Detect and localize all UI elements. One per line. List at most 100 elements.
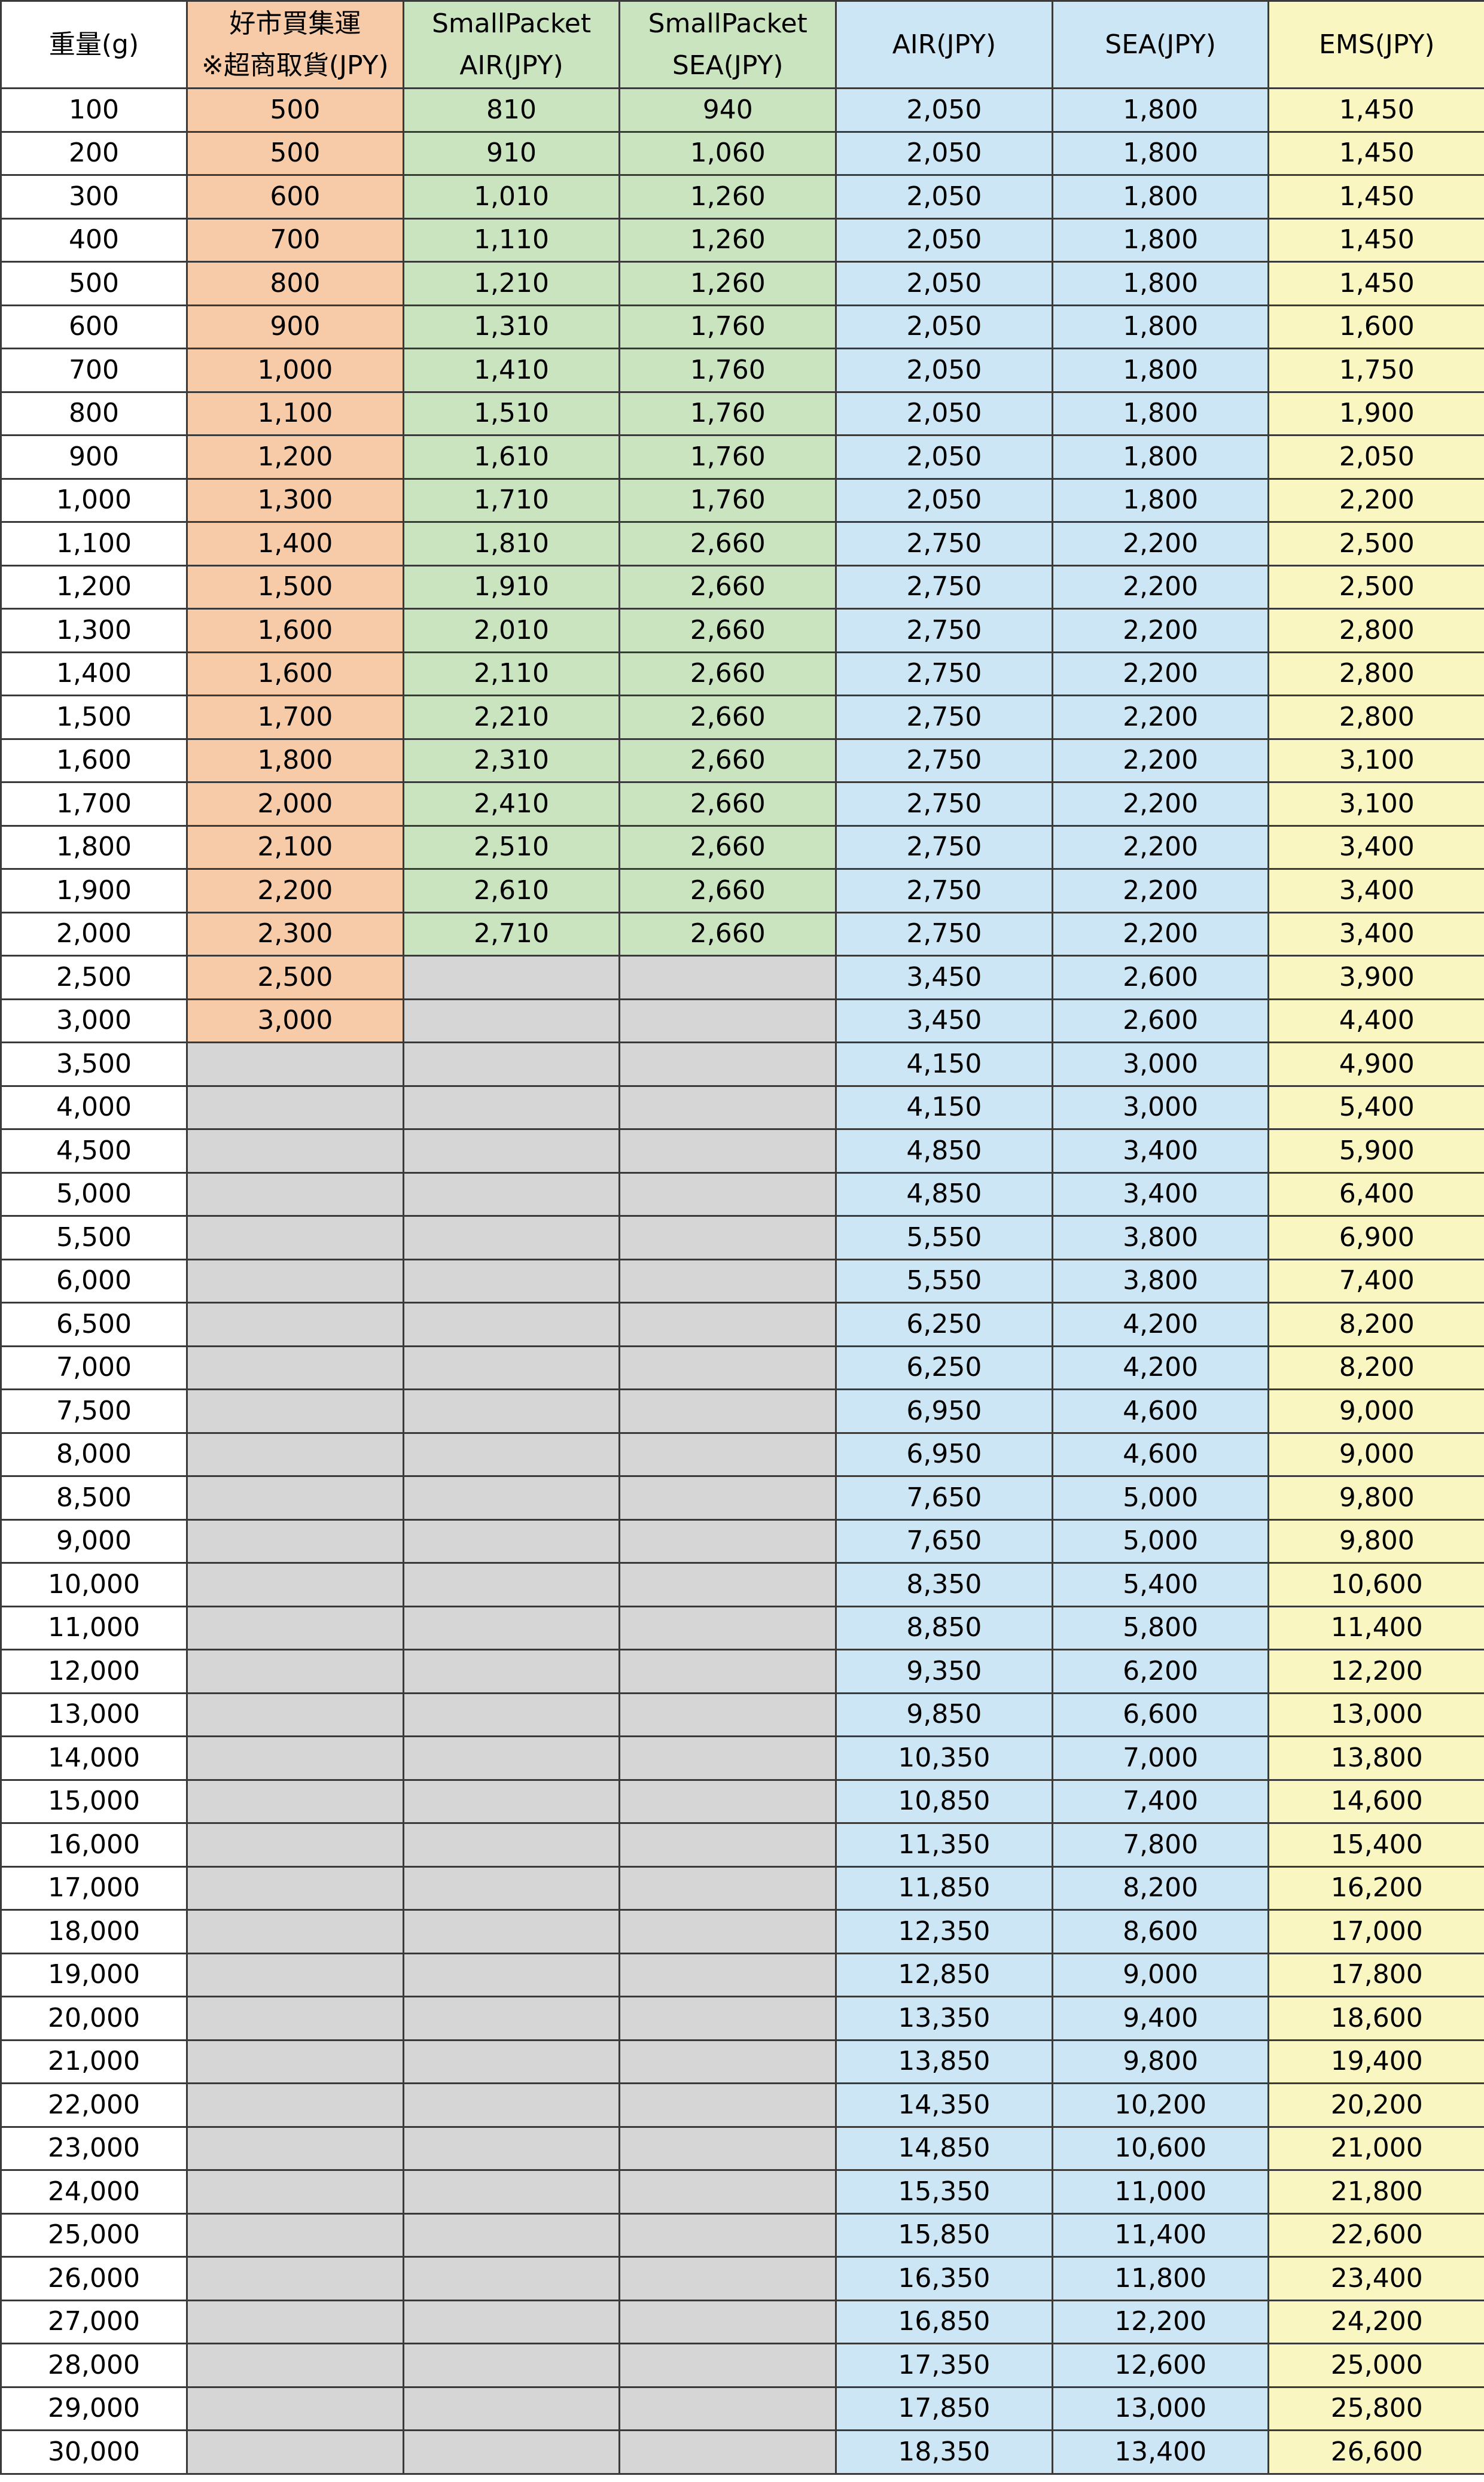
header-weight: 重量(g) [0, 0, 188, 89]
cell-sea: 1,800 [1051, 261, 1270, 306]
cell-ems: 2,500 [1267, 521, 1484, 567]
table-row: 14,000 10,350 7,000 13,800 [0, 1735, 1484, 1781]
cell-smallpacket-sea [618, 1605, 837, 1650]
cell-smallpacket-air: 2,410 [402, 781, 621, 827]
cell-weight: 25,000 [0, 2212, 188, 2258]
cell-smallpacket-air: 1,610 [402, 434, 621, 480]
table-row: 300 600 1,010 1,260 2,050 1,800 1,450 [0, 174, 1484, 220]
table-row: 2,000 2,300 2,710 2,660 2,750 2,200 3,400 [0, 911, 1484, 957]
cell-smallpacket-sea [618, 2299, 837, 2344]
cell-weight: 8,500 [0, 1475, 188, 1521]
table-row: 3,000 3,000 3,450 2,600 4,400 [0, 998, 1484, 1043]
cell-smallpacket-sea: 1,760 [618, 391, 837, 436]
table-row: 23,000 14,850 10,600 21,000 [0, 2125, 1484, 2171]
cell-sea: 11,400 [1051, 2212, 1270, 2258]
cell-ems: 12,200 [1267, 1649, 1484, 1694]
cell-air: 15,850 [835, 2212, 1053, 2258]
cell-sea: 3,400 [1051, 1128, 1270, 1174]
cell-sea: 3,000 [1051, 1085, 1270, 1130]
cell-weight: 700 [0, 348, 188, 393]
cell-costco-pickup [186, 2169, 404, 2215]
cell-air: 12,350 [835, 1909, 1053, 1954]
header-smallpacket-air: SmallPacket AIR(JPY) [402, 0, 621, 89]
cell-smallpacket-air [402, 1041, 621, 1087]
cell-smallpacket-air [402, 1996, 621, 2041]
cell-costco-pickup: 1,600 [186, 651, 404, 696]
table-row: 25,000 15,850 11,400 22,600 [0, 2212, 1484, 2258]
cell-ems: 4,400 [1267, 998, 1484, 1043]
cell-air: 7,650 [835, 1518, 1053, 1564]
table-row: 1,500 1,700 2,210 2,660 2,750 2,200 2,800 [0, 695, 1484, 740]
cell-sea: 2,600 [1051, 955, 1270, 1000]
cell-sea: 13,400 [1051, 2429, 1270, 2475]
cell-sea: 1,800 [1051, 391, 1270, 436]
cell-sea: 1,800 [1051, 304, 1270, 349]
cell-weight: 1,800 [0, 824, 188, 870]
cell-air: 2,750 [835, 608, 1053, 653]
cell-sea: 10,200 [1051, 2082, 1270, 2128]
cell-air: 4,850 [835, 1128, 1053, 1174]
cell-air: 8,350 [835, 1562, 1053, 1607]
cell-sea: 13,000 [1051, 2386, 1270, 2431]
cell-costco-pickup [186, 1345, 404, 1390]
cell-costco-pickup [186, 1432, 404, 1477]
cell-air: 2,050 [835, 261, 1053, 306]
cell-smallpacket-air: 2,210 [402, 695, 621, 740]
cell-smallpacket-sea [618, 1952, 837, 1997]
cell-sea: 3,800 [1051, 1215, 1270, 1260]
cell-sea: 7,800 [1051, 1822, 1270, 1868]
cell-smallpacket-sea [618, 1562, 837, 1607]
cell-ems: 18,600 [1267, 1996, 1484, 2041]
cell-air: 2,050 [835, 434, 1053, 480]
cell-smallpacket-sea: 1,760 [618, 434, 837, 480]
cell-sea: 9,400 [1051, 1996, 1270, 2041]
table-row: 30,000 18,350 13,400 26,600 [0, 2429, 1484, 2475]
cell-smallpacket-sea [618, 1345, 837, 1390]
cell-sea: 1,800 [1051, 130, 1270, 176]
cell-smallpacket-air [402, 2429, 621, 2475]
cell-sea: 2,200 [1051, 868, 1270, 913]
table-row: 6,000 5,550 3,800 7,400 [0, 1258, 1484, 1304]
cell-ems: 3,100 [1267, 738, 1484, 783]
cell-air: 8,850 [835, 1605, 1053, 1650]
cell-smallpacket-air: 2,310 [402, 738, 621, 783]
cell-sea: 1,800 [1051, 174, 1270, 220]
table-header-row: 重量(g) 好市買集運 ※超商取貨(JPY) SmallPacket AIR(J… [0, 0, 1484, 89]
cell-smallpacket-sea: 2,660 [618, 608, 837, 653]
cell-smallpacket-air: 1,210 [402, 261, 621, 306]
cell-air: 2,750 [835, 781, 1053, 827]
table-row: 24,000 15,350 11,000 21,800 [0, 2169, 1484, 2215]
cell-ems: 1,600 [1267, 304, 1484, 349]
cell-sea: 2,200 [1051, 564, 1270, 610]
cell-smallpacket-sea: 2,660 [618, 695, 837, 740]
cell-air: 13,350 [835, 1996, 1053, 2041]
cell-ems: 5,400 [1267, 1085, 1484, 1130]
table-row: 1,100 1,400 1,810 2,660 2,750 2,200 2,500 [0, 521, 1484, 567]
table-row: 3,500 4,150 3,000 4,900 [0, 1041, 1484, 1087]
cell-weight: 4,500 [0, 1128, 188, 1174]
cell-smallpacket-sea [618, 2256, 837, 2301]
cell-weight: 1,000 [0, 477, 188, 523]
cell-sea: 12,200 [1051, 2299, 1270, 2344]
table-row: 13,000 9,850 6,600 13,000 [0, 1692, 1484, 1737]
cell-smallpacket-sea [618, 2082, 837, 2128]
cell-ems: 17,000 [1267, 1909, 1484, 1954]
cell-smallpacket-air [402, 1475, 621, 1521]
cell-ems: 14,600 [1267, 1778, 1484, 1824]
cell-weight: 8,000 [0, 1432, 188, 1477]
cell-smallpacket-sea: 1,060 [618, 130, 837, 176]
table-row: 4,000 4,150 3,000 5,400 [0, 1085, 1484, 1130]
cell-costco-pickup: 700 [186, 217, 404, 263]
cell-costco-pickup: 1,200 [186, 434, 404, 480]
cell-ems: 17,800 [1267, 1952, 1484, 1997]
cell-sea: 10,600 [1051, 2125, 1270, 2171]
cell-sea: 6,600 [1051, 1692, 1270, 1737]
cell-ems: 5,900 [1267, 1128, 1484, 1174]
cell-weight: 15,000 [0, 1778, 188, 1824]
cell-costco-pickup: 2,500 [186, 955, 404, 1000]
cell-ems: 1,450 [1267, 130, 1484, 176]
cell-smallpacket-air [402, 1822, 621, 1868]
cell-costco-pickup: 900 [186, 304, 404, 349]
cell-smallpacket-sea [618, 1909, 837, 1954]
cell-ems: 22,600 [1267, 2212, 1484, 2258]
